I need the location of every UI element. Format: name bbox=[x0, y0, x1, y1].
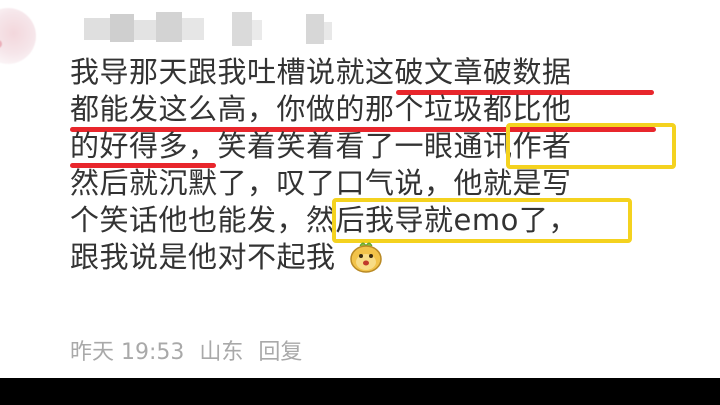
comment-line-5: 个笑话他也能发，然后我导就emo了， bbox=[70, 198, 690, 243]
reply-button[interactable]: 回复 bbox=[258, 340, 302, 365]
comment-time: 昨天 19:53 bbox=[70, 340, 185, 365]
comment-line-text: 跟我说是他对不起我 bbox=[70, 240, 336, 274]
comment-line-1: 我导那天跟我吐槽说就这破文章破数据 bbox=[70, 54, 690, 95]
comment-line-6: 跟我说是他对不起我 bbox=[70, 239, 690, 276]
highlight-box-emo bbox=[332, 198, 632, 243]
comment-screen: 我导那天跟我吐槽说就这破文章破数据 都能发这么高，你做的那个垃圾都比他 的好得多… bbox=[0, 0, 720, 405]
comment-line-text: 的好得多，笑着笑着看了一眼通讯作者 bbox=[70, 129, 572, 163]
face-emoji-icon bbox=[349, 241, 383, 273]
bottom-black-bar bbox=[0, 378, 720, 405]
comment-line-text: 都能发这么高，你做的那个垃圾都比他 bbox=[70, 92, 572, 126]
comment-line-text: 我导那天跟我吐槽说就这破文章破数据 bbox=[70, 55, 572, 89]
username-pixelated bbox=[84, 10, 334, 48]
comment-line-3: 的好得多，笑着笑着看了一眼通讯作者 bbox=[70, 123, 690, 169]
avatar-detail bbox=[0, 40, 2, 48]
comment-body: 我导那天跟我吐槽说就这破文章破数据 都能发这么高，你做的那个垃圾都比他 的好得多… bbox=[70, 54, 690, 276]
highlight-box-corresponding-author bbox=[506, 123, 676, 169]
comment-meta: 昨天 19:53 山东 回复 bbox=[70, 334, 310, 366]
avatar[interactable] bbox=[0, 8, 36, 64]
comment-line-text: 然后就沉默了，叹了口气说，他就是写 bbox=[70, 166, 572, 200]
comment-line-4: 然后就沉默了，叹了口气说，他就是写 bbox=[70, 165, 690, 202]
comment-location: 山东 bbox=[199, 340, 244, 365]
